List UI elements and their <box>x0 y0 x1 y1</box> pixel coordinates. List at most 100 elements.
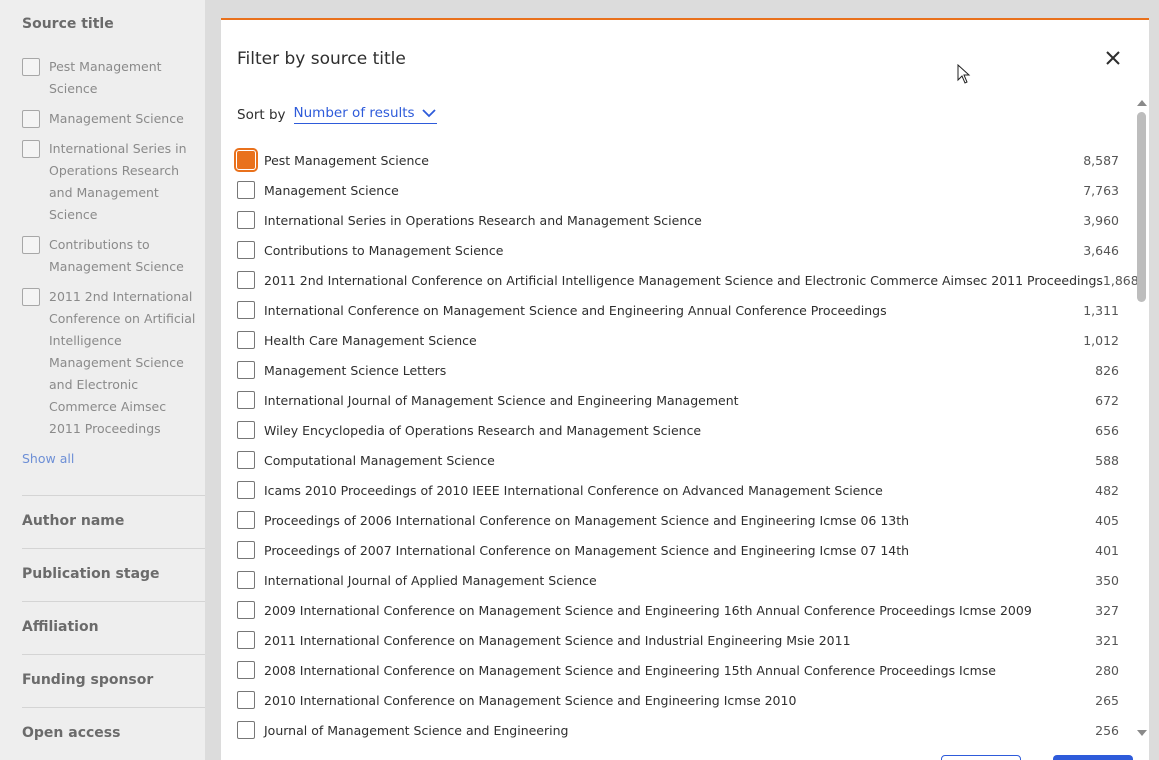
list-item-count: 8,587 <box>1083 152 1119 168</box>
list-item[interactable]: 2010 International Conference on Managem… <box>237 685 1119 715</box>
sort-label: Sort by <box>237 106 286 123</box>
divider <box>22 548 205 549</box>
checkbox[interactable] <box>237 631 255 649</box>
show-all-link[interactable]: Show all <box>22 451 74 466</box>
list-item[interactable]: Icams 2010 Proceedings of 2010 IEEE Inte… <box>237 475 1119 505</box>
list-item[interactable]: Proceedings of 2006 International Confer… <box>237 505 1119 535</box>
scroll-down-icon[interactable] <box>1137 730 1147 736</box>
list-item-label: Management Science Letters <box>264 362 447 378</box>
sort-value: Number of results <box>293 105 415 121</box>
list-item[interactable]: International Journal of Management Scie… <box>237 385 1119 415</box>
list-item-label: 2009 International Conference on Managem… <box>264 602 1032 618</box>
checkbox[interactable] <box>22 288 40 306</box>
checkbox[interactable] <box>237 391 255 409</box>
scroll-up-icon[interactable] <box>1137 100 1147 106</box>
list-item-count: 826 <box>1095 362 1119 378</box>
checkbox[interactable] <box>22 140 40 158</box>
list-item-label: 2008 International Conference on Managem… <box>264 662 996 678</box>
list-item[interactable]: Journal of Management Science and Engine… <box>237 715 1119 745</box>
list-item-label: Icams 2010 Proceedings of 2010 IEEE Inte… <box>264 482 883 498</box>
list-item-count: 405 <box>1095 512 1119 528</box>
checkbox[interactable] <box>237 181 255 199</box>
scroll-thumb[interactable] <box>1137 112 1146 302</box>
list-item[interactable]: International Journal of Applied Managem… <box>237 565 1119 595</box>
sidebar-source-item[interactable]: International Series in Operations Resea… <box>22 140 197 226</box>
sidebar-source-item[interactable]: Pest Management Science <box>22 58 197 100</box>
sidebar-source-item-label: Contributions to Management Science <box>49 237 184 274</box>
list-item-label: Proceedings of 2006 International Confer… <box>264 512 910 528</box>
cancel-button[interactable] <box>941 755 1021 760</box>
checkbox[interactable] <box>237 721 255 739</box>
list-item[interactable]: Contributions to Management Science 3,646 <box>237 235 1119 265</box>
list-item-count: 327 <box>1095 602 1119 618</box>
list-item[interactable]: Health Care Management Science 1,012 <box>237 325 1119 355</box>
sidebar-section-open-access[interactable]: Open access <box>22 725 120 741</box>
sidebar-source-item-label: 2011 2nd International Conference on Art… <box>49 289 196 436</box>
sidebar-section-author-name[interactable]: Author name <box>22 513 124 529</box>
list-item-label: Computational Management Science <box>264 452 495 468</box>
list-item-count: 1,012 <box>1083 332 1119 348</box>
list-item[interactable]: Proceedings of 2007 International Confer… <box>237 535 1119 565</box>
list-item[interactable]: International Conference on Management S… <box>237 295 1119 325</box>
checkbox[interactable] <box>237 451 255 469</box>
filter-modal: Filter by source title Sort by Number of… <box>221 18 1149 760</box>
checkbox[interactable] <box>237 661 255 679</box>
filter-sidebar: Source title Pest Management Science Man… <box>0 0 205 760</box>
list-item-count: 3,646 <box>1083 242 1119 258</box>
checkbox[interactable] <box>237 361 255 379</box>
list-item-label: International Journal of Applied Managem… <box>264 572 597 588</box>
sidebar-source-item-label: Pest Management Science <box>49 59 162 96</box>
list-item[interactable]: Management Science Letters 826 <box>237 355 1119 385</box>
checkbox[interactable] <box>237 571 255 589</box>
checkbox[interactable] <box>237 331 255 349</box>
list-item[interactable]: Pest Management Science 8,587 <box>234 145 1119 175</box>
list-item[interactable]: 2009 International Conference on Managem… <box>237 595 1119 625</box>
list-item-count: 280 <box>1095 662 1119 678</box>
checkbox[interactable] <box>237 601 255 619</box>
apply-button[interactable] <box>1053 755 1133 760</box>
checkbox[interactable] <box>237 691 255 709</box>
list-item-count: 1,868 <box>1102 272 1139 288</box>
list-item-count: 656 <box>1095 422 1119 438</box>
list-item-label: Health Care Management Science <box>264 332 477 348</box>
mouse-cursor-icon <box>957 64 971 84</box>
list-item-label: International Series in Operations Resea… <box>264 212 702 228</box>
list-item[interactable]: Wiley Encyclopedia of Operations Researc… <box>237 415 1119 445</box>
checkbox[interactable] <box>237 271 255 289</box>
list-item[interactable]: 2011 International Conference on Managem… <box>237 625 1119 655</box>
list-item-count: 482 <box>1095 482 1119 498</box>
checkbox[interactable] <box>22 58 40 76</box>
divider <box>22 654 205 655</box>
sort-dropdown[interactable]: Number of results <box>293 105 437 124</box>
checkbox[interactable] <box>237 241 255 259</box>
list-item-count: 1,311 <box>1083 302 1119 318</box>
list-item[interactable]: Management Science 7,763 <box>237 175 1119 205</box>
sort-row: Sort by Number of results <box>237 105 437 124</box>
checkbox[interactable] <box>234 148 258 172</box>
list-item-count: 256 <box>1095 722 1119 738</box>
list-item-label: Management Science <box>264 182 399 198</box>
list-item[interactable]: International Series in Operations Resea… <box>237 205 1119 235</box>
sidebar-section-affiliation[interactable]: Affiliation <box>22 619 99 635</box>
sidebar-section-publication-stage[interactable]: Publication stage <box>22 566 160 582</box>
checkbox[interactable] <box>237 511 255 529</box>
checkbox[interactable] <box>237 541 255 559</box>
sidebar-source-item[interactable]: 2011 2nd International Conference on Art… <box>22 288 197 440</box>
sidebar-source-item[interactable]: Management Science <box>22 110 197 130</box>
scrollbar[interactable] <box>1136 100 1148 740</box>
close-button[interactable] <box>1103 48 1123 68</box>
sidebar-section-funding-sponsor[interactable]: Funding sponsor <box>22 672 153 688</box>
checkbox[interactable] <box>237 301 255 319</box>
list-item-label: Contributions to Management Science <box>264 242 504 258</box>
checkbox[interactable] <box>22 236 40 254</box>
list-item-label: Journal of Management Science and Engine… <box>264 722 569 738</box>
list-item[interactable]: 2011 2nd International Conference on Art… <box>237 265 1139 295</box>
checkbox[interactable] <box>237 211 255 229</box>
checkbox[interactable] <box>237 421 255 439</box>
list-item[interactable]: 2008 International Conference on Managem… <box>237 655 1119 685</box>
checkbox[interactable] <box>22 110 40 128</box>
checkbox[interactable] <box>237 481 255 499</box>
list-item-count: 3,960 <box>1083 212 1119 228</box>
list-item[interactable]: Computational Management Science 588 <box>237 445 1119 475</box>
sidebar-source-item[interactable]: Contributions to Management Science <box>22 236 197 278</box>
